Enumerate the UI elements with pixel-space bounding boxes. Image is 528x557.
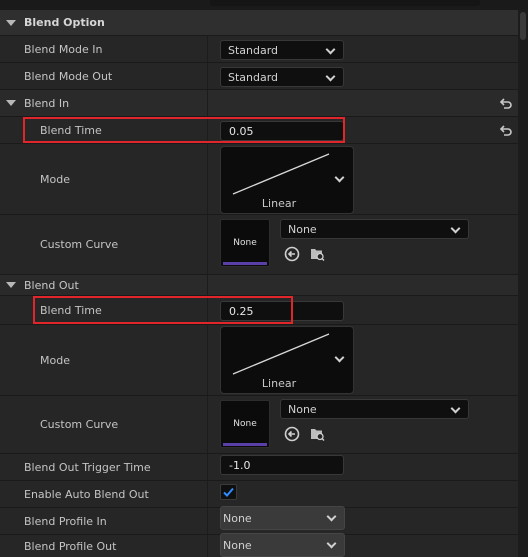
blend-profile-in-label: Blend Profile In [24, 514, 107, 528]
column-divider[interactable] [207, 63, 208, 89]
row-blend-out-mode: Mode Linear [0, 325, 518, 396]
column-divider[interactable] [207, 90, 208, 116]
blend-in-custom-curve-dropdown[interactable]: None [280, 219, 469, 239]
chevron-down-icon [325, 71, 336, 82]
column-divider[interactable] [207, 296, 208, 324]
thumbnail-label: None [233, 238, 257, 248]
browse-asset-icon[interactable] [309, 246, 325, 262]
blend-out-time-label: Blend Time [40, 303, 102, 317]
asset-thumbnail[interactable]: None [220, 219, 270, 267]
blend-profile-in-value: None [223, 511, 252, 525]
chevron-down-icon [450, 223, 461, 234]
collapse-caret-icon[interactable] [6, 19, 16, 26]
blend-mode-in-value: Standard [228, 43, 279, 57]
blend-mode-out-dropdown[interactable]: Standard [220, 67, 344, 87]
toolbar-tab-edge [210, 0, 480, 6]
row-enable-auto-blend-out: Enable Auto Blend Out [0, 481, 518, 508]
blend-in-custom-curve-value: None [288, 222, 317, 236]
enable-auto-blend-out-checkbox[interactable] [220, 484, 237, 500]
column-divider[interactable] [207, 454, 208, 480]
blend-out-trigger-time-label: Blend Out Trigger Time [24, 460, 151, 474]
blend-in-mode-picker[interactable]: Linear [220, 146, 354, 214]
blend-mode-in-label: Blend Mode In [24, 42, 103, 56]
blend-out-mode-value: Linear [261, 377, 297, 390]
row-blend-mode-in: Blend Mode In Standard [0, 36, 518, 63]
column-divider[interactable] [207, 535, 208, 557]
blend-profile-out-dropdown[interactable]: None [220, 533, 345, 557]
details-panel: Blend Option Blend Mode In Standard Blen… [0, 10, 518, 557]
blend-profile-out-label: Blend Profile Out [24, 539, 117, 553]
blend-mode-out-label: Blend Mode Out [24, 69, 113, 83]
blend-out-trigger-time-value: -1.0 [229, 458, 251, 472]
blend-in-time-input[interactable]: 0.05 [220, 121, 344, 141]
column-divider[interactable] [207, 325, 208, 395]
blend-out-custom-curve-label: Custom Curve [40, 418, 119, 431]
blend-out-mode-picker[interactable]: Linear [220, 326, 354, 394]
column-divider[interactable] [207, 36, 208, 62]
collapse-caret-icon[interactable] [6, 282, 16, 288]
blend-out-trigger-time-input[interactable]: -1.0 [220, 455, 344, 475]
column-divider[interactable] [207, 508, 208, 534]
blend-in-mode-label: Mode [40, 172, 70, 186]
group-blend-out[interactable]: Blend Out [0, 275, 518, 296]
chevron-down-icon [326, 511, 337, 522]
blend-out-custom-curve-dropdown[interactable]: None [280, 399, 469, 419]
category-title: Blend Option [24, 16, 105, 29]
chevron-down-icon [450, 403, 461, 414]
checkmark-icon [223, 487, 234, 497]
column-divider[interactable] [207, 481, 208, 507]
blend-out-custom-curve-value: None [288, 402, 317, 416]
row-blend-mode-out: Blend Mode Out Standard [0, 63, 518, 90]
blend-mode-in-dropdown[interactable]: Standard [220, 40, 344, 60]
blend-mode-out-value: Standard [228, 70, 279, 84]
asset-thumbnail[interactable]: None [220, 400, 270, 448]
category-blend-option[interactable]: Blend Option [0, 10, 518, 36]
blend-in-time-value: 0.05 [229, 124, 254, 138]
enable-auto-blend-out-label: Enable Auto Blend Out [24, 487, 149, 501]
blend-profile-out-value: None [223, 538, 252, 552]
use-selected-asset-icon[interactable] [284, 246, 300, 262]
blend-out-mode-label: Mode [40, 353, 70, 367]
thumbnail-label: None [233, 419, 257, 429]
reset-arrow-icon[interactable] [499, 97, 513, 111]
column-divider[interactable] [207, 117, 208, 143]
column-divider[interactable] [207, 275, 208, 295]
chevron-down-icon [326, 538, 337, 549]
top-toolbar-strip [0, 0, 528, 10]
use-selected-asset-icon[interactable] [284, 426, 300, 442]
collapse-caret-icon[interactable] [6, 100, 16, 106]
blend-in-title: Blend In [24, 96, 70, 110]
column-divider[interactable] [207, 144, 208, 214]
blend-in-mode-value: Linear [261, 197, 297, 210]
thumbnail-color-bar [223, 443, 267, 446]
thumbnail-color-bar [223, 262, 267, 265]
row-blend-out-custom-curve: Custom Curve None None [0, 396, 518, 454]
blend-out-time-input[interactable]: 0.25 [220, 301, 344, 321]
reset-arrow-icon[interactable] [499, 124, 513, 138]
blend-in-custom-curve-label: Custom Curve [40, 238, 119, 251]
vertical-scrollbar[interactable] [518, 10, 528, 557]
row-blend-profile-in: Blend Profile In None [0, 506, 518, 535]
blend-in-time-label: Blend Time [40, 123, 102, 137]
scrollbar-thumb[interactable] [520, 12, 526, 40]
column-divider[interactable] [207, 396, 208, 453]
browse-asset-icon[interactable] [309, 426, 325, 442]
column-divider[interactable] [207, 215, 208, 274]
row-blend-profile-out: Blend Profile Out None [0, 533, 518, 557]
row-blend-in-custom-curve: Custom Curve None None [0, 215, 518, 275]
blend-profile-in-dropdown[interactable]: None [220, 506, 345, 530]
row-blend-in-mode: Mode Linear [0, 144, 518, 215]
row-blend-out-trigger-time: Blend Out Trigger Time -1.0 [0, 454, 518, 481]
blend-out-time-value: 0.25 [229, 304, 254, 318]
group-blend-in[interactable]: Blend In [0, 90, 518, 117]
row-blend-out-time: Blend Time 0.25 [0, 296, 518, 325]
chevron-down-icon [325, 44, 336, 55]
row-blend-in-time: Blend Time 0.05 [0, 117, 518, 144]
blend-out-title: Blend Out [24, 278, 79, 292]
